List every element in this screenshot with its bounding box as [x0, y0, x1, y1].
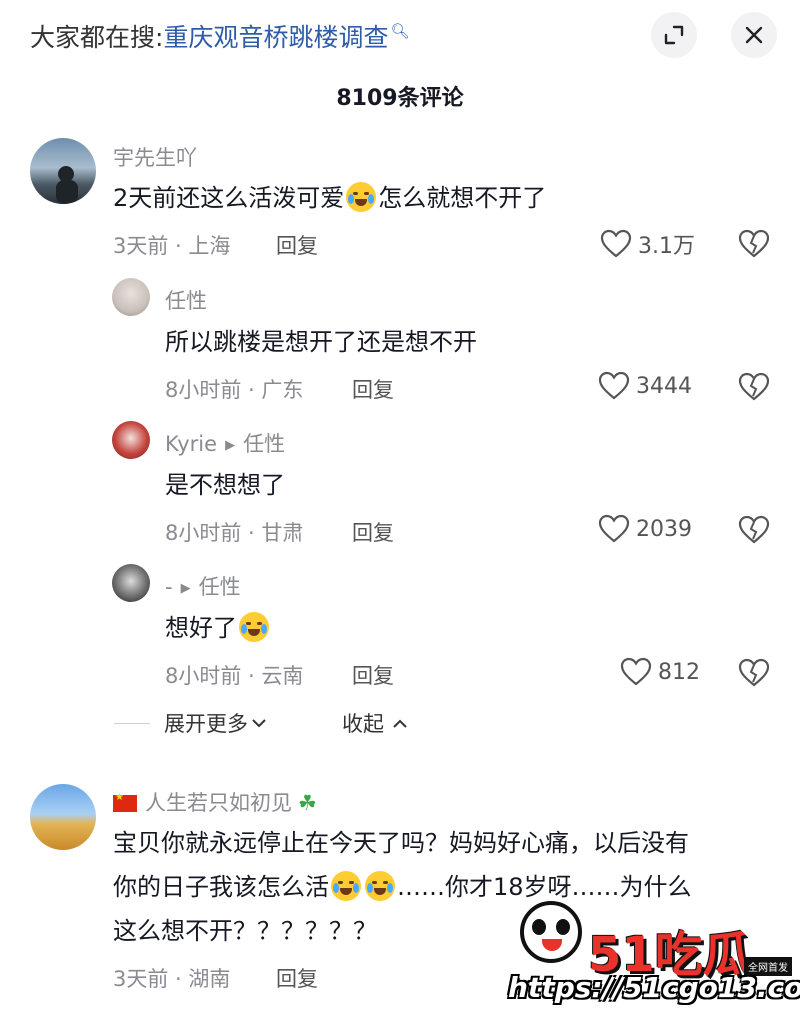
- heart-icon: [620, 657, 652, 686]
- expand-icon: [664, 25, 684, 45]
- reply-text-part: 想好了: [165, 614, 237, 642]
- broken-heart-icon: [738, 658, 770, 687]
- header: 大家都在搜:重庆观音桥跳楼调查 🔍︎: [0, 0, 800, 70]
- reply-button[interactable]: 回复: [276, 963, 318, 993]
- reply-text: 是不想想了: [165, 471, 285, 499]
- reply-button[interactable]: 回复: [352, 374, 394, 404]
- avatar[interactable]: [112, 564, 150, 602]
- hot-search-bar[interactable]: 大家都在搜:重庆观音桥跳楼调查 🔍︎: [30, 18, 410, 54]
- avatar[interactable]: [112, 421, 150, 459]
- crying-laughing-emoji: [346, 182, 377, 212]
- search-icon: 🔍︎: [390, 22, 410, 40]
- dislike-button[interactable]: [738, 372, 770, 406]
- like-button[interactable]: 3.1万: [600, 228, 695, 260]
- heart-icon: [598, 514, 630, 543]
- crying-emoji: [239, 612, 269, 642]
- comment-username[interactable]: 宇先生吖: [113, 142, 197, 172]
- hot-search-keyword[interactable]: 重庆观音桥跳楼调查: [163, 23, 388, 52]
- avatar[interactable]: [112, 278, 150, 316]
- broken-heart-icon: [738, 372, 770, 401]
- reply-username[interactable]: Kyrie: [165, 432, 217, 456]
- dislike-button[interactable]: [738, 658, 770, 692]
- close-icon: [745, 26, 763, 44]
- close-button[interactable]: [731, 12, 777, 58]
- crying-emoji: [365, 871, 395, 901]
- like-count: 812: [658, 659, 700, 685]
- like-button[interactable]: 812: [620, 657, 700, 687]
- broken-heart-icon: [738, 515, 770, 544]
- comment-meta: 3天前 · 上海: [113, 234, 231, 258]
- like-count: 2039: [636, 516, 692, 542]
- comment-username[interactable]: 人生若只如初见: [145, 791, 292, 815]
- avatar[interactable]: [30, 784, 96, 850]
- comment-text: 这么想不开？？？？？？: [113, 917, 377, 945]
- hot-search-prefix: 大家都在搜:: [30, 23, 164, 52]
- expand-button[interactable]: [651, 12, 697, 58]
- reply-username-line: Kyrie ▶ 任性: [165, 428, 285, 458]
- reply-button[interactable]: 回复: [352, 517, 394, 547]
- heart-icon: [598, 371, 630, 400]
- collapse-button[interactable]: 收起: [342, 708, 409, 738]
- comment-text-part: 怎么就想不开了: [378, 184, 547, 212]
- comment-username-line: 人生若只如初见☘: [113, 787, 317, 817]
- crying-emoji: [331, 871, 361, 901]
- watermark-url: https://51cgo13.com: [508, 971, 800, 1004]
- comment-text-part: 你的日子我该怎么活: [113, 873, 329, 901]
- heart-icon: [600, 229, 632, 258]
- reply-arrow-icon: ▶: [180, 581, 191, 596]
- reply-to-username[interactable]: 任性: [243, 432, 285, 456]
- reply-arrow-icon: ▶: [225, 438, 236, 453]
- comment-count-title: 8109条评论: [336, 86, 464, 111]
- reply-text: 想好了: [165, 606, 271, 650]
- reply-meta: 8小时前 · 云南: [165, 664, 304, 688]
- reply-username[interactable]: -: [165, 575, 173, 599]
- reply-meta: 8小时前 · 广东: [165, 378, 304, 402]
- dislike-button[interactable]: [738, 515, 770, 549]
- reply-username-line: - ▶ 任性: [165, 571, 241, 601]
- reply-text: 所以跳楼是想开了还是想不开: [165, 328, 477, 356]
- like-button[interactable]: 3444: [598, 371, 692, 401]
- like-button[interactable]: 2039: [598, 514, 692, 544]
- divider: [114, 722, 150, 724]
- expand-more-button[interactable]: 展开更多: [114, 708, 268, 738]
- china-flag-icon: [113, 792, 137, 812]
- chevron-up-icon: [392, 719, 407, 728]
- broken-heart-icon: [738, 229, 770, 258]
- avatar[interactable]: [30, 138, 96, 204]
- reply-button[interactable]: 回复: [276, 230, 318, 260]
- panda-mascot-icon: [520, 901, 582, 963]
- like-count: 3444: [636, 373, 692, 399]
- reply-to-username[interactable]: 任性: [199, 575, 241, 599]
- like-count: 3.1万: [638, 234, 695, 259]
- comment-text-part: 2天前还这么活泼可爱: [113, 184, 345, 212]
- avatar-image: [56, 166, 78, 204]
- reply-button[interactable]: 回复: [352, 660, 394, 690]
- comment-meta: 3天前 · 湖南: [113, 967, 231, 991]
- watermark: 51吃瓜 全网首发 https://51cgo13.com: [500, 895, 800, 1014]
- reply-username[interactable]: 任性: [165, 285, 207, 315]
- comment-text: 2天前还这么活泼可爱 怎么就想不开了: [113, 176, 546, 220]
- dislike-button[interactable]: [738, 229, 770, 263]
- clover-icon: ☘: [298, 791, 317, 815]
- comment-text: 宝贝你就永远停止在今天了吗？妈妈好心痛，以后没有: [113, 829, 689, 857]
- collapse-label: 收起: [342, 712, 384, 736]
- reply-meta: 8小时前 · 甘肃: [165, 521, 304, 545]
- chevron-down-icon: [252, 719, 266, 728]
- expand-more-label: 展开更多: [164, 712, 248, 736]
